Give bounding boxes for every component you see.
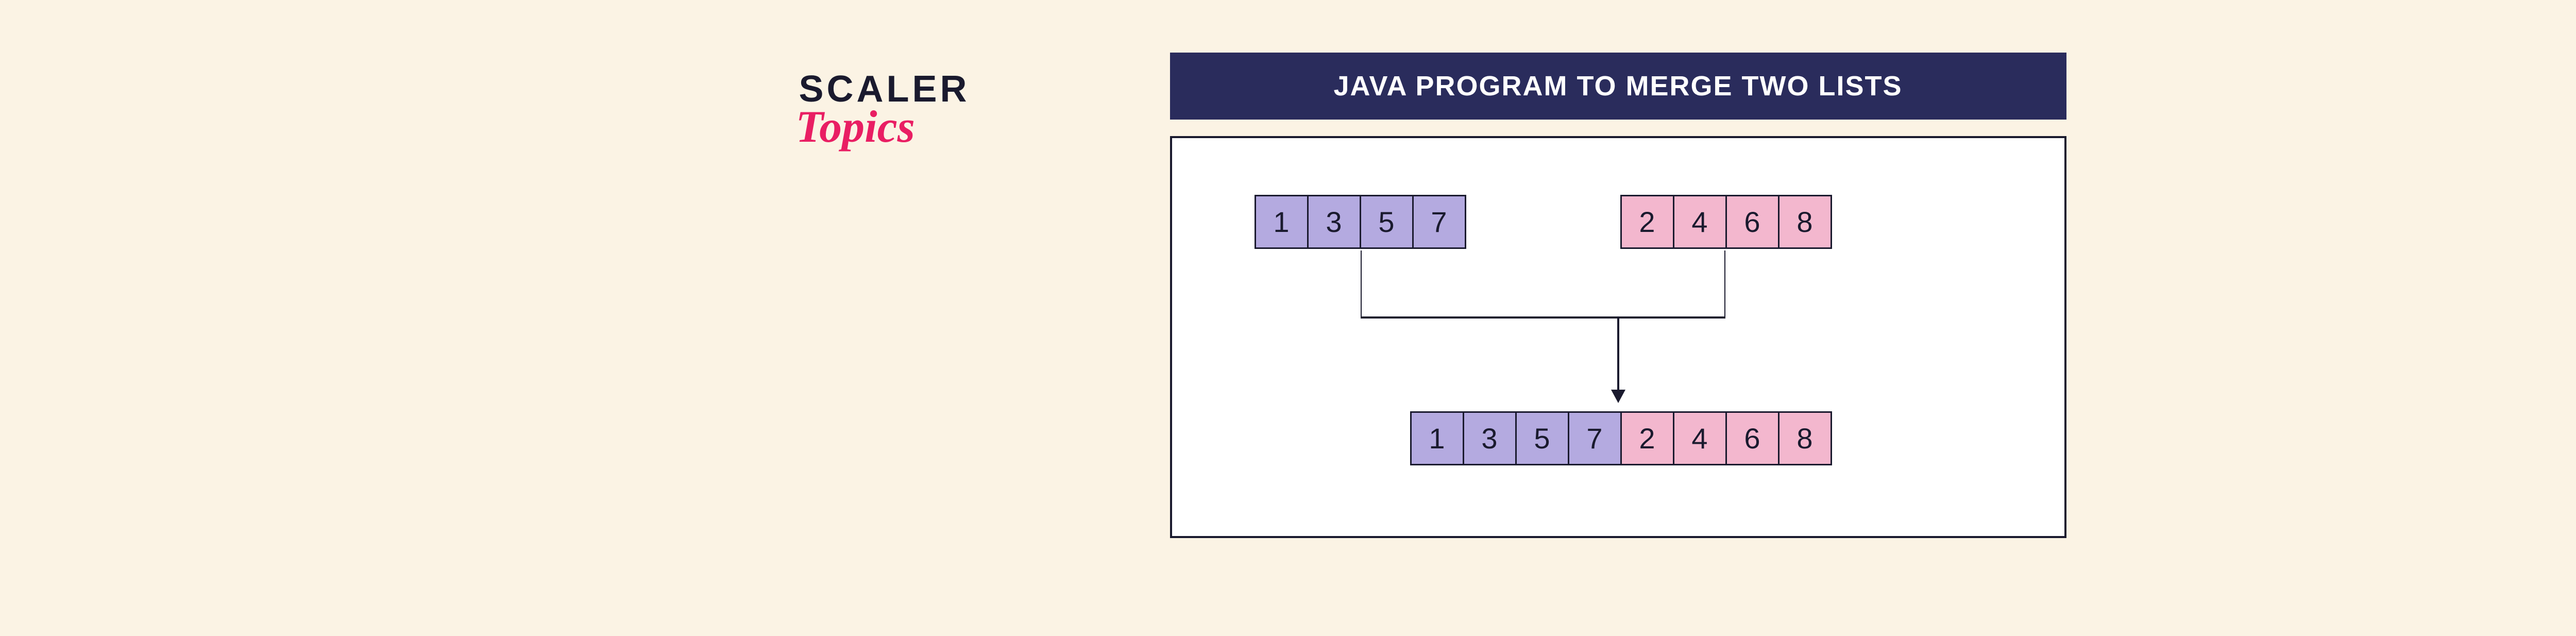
cell-m-6: 6 <box>1725 411 1780 465</box>
cell-a-2: 5 <box>1360 195 1414 249</box>
diagram-panel: JAVA PROGRAM TO MERGE TWO LISTS 1 3 5 7 … <box>1170 53 2066 538</box>
cell-m-4: 2 <box>1620 411 1674 465</box>
cell-a-1: 3 <box>1307 195 1361 249</box>
cell-a-3: 7 <box>1412 195 1466 249</box>
diagram-title: JAVA PROGRAM TO MERGE TWO LISTS <box>1170 53 2066 120</box>
cell-b-2: 6 <box>1725 195 1780 249</box>
cell-m-2: 5 <box>1515 411 1569 465</box>
cell-m-5: 4 <box>1673 411 1727 465</box>
cell-a-0: 1 <box>1255 195 1309 249</box>
scaler-topics-logo: SCALER Topics <box>799 68 970 153</box>
input-list-a: 1 3 5 7 <box>1255 195 1466 249</box>
merge-arrow-icon <box>1361 250 1725 411</box>
cell-m-0: 1 <box>1410 411 1464 465</box>
cell-b-1: 4 <box>1673 195 1727 249</box>
cell-m-1: 3 <box>1463 411 1517 465</box>
input-list-b: 2 4 6 8 <box>1620 195 1832 249</box>
cell-m-7: 8 <box>1778 411 1832 465</box>
merged-list: 1 3 5 7 2 4 6 8 <box>1410 411 1832 465</box>
diagram-body: 1 3 5 7 2 4 6 8 1 3 5 7 2 4 <box>1170 136 2066 538</box>
cell-b-0: 2 <box>1620 195 1674 249</box>
cell-m-3: 7 <box>1568 411 1622 465</box>
cell-b-3: 8 <box>1778 195 1832 249</box>
